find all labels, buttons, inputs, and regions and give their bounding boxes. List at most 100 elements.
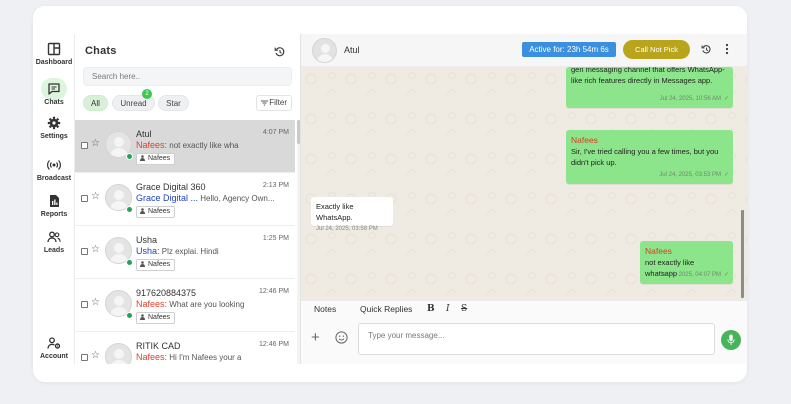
- message-bubble-outgoing[interactable]: Nafees not exactly like whatsapp Jul 24,…: [640, 241, 733, 284]
- chat-row[interactable]: ☆ Atul 4:07 PM Nafees: not exactly like …: [75, 120, 295, 173]
- emoji-icon[interactable]: [335, 331, 348, 344]
- preview-sender: Nafees:: [136, 352, 168, 362]
- thread-scrollbar[interactable]: [741, 210, 744, 298]
- more-options-icon[interactable]: [725, 42, 729, 56]
- chat-row[interactable]: ☆ 917620884375 12:46 PM Nafees: What are…: [75, 279, 295, 332]
- nav-broadcast-label: Broadcast: [36, 175, 72, 182]
- unread-count-badge: 2: [142, 89, 152, 99]
- filter-icon: [261, 100, 268, 106]
- chat-rows: ☆ Atul 4:07 PM Nafees: not exactly like …: [75, 120, 301, 364]
- read-receipt-icon: ✓: [723, 172, 729, 178]
- filter-chip-all[interactable]: All: [83, 95, 108, 111]
- preview-sender: Nafees:: [136, 140, 168, 150]
- last-message-time: 2:13 PM: [262, 182, 289, 189]
- gear-icon: [47, 116, 61, 130]
- preview-sender: Nafees:: [136, 299, 168, 309]
- read-receipt-icon: ✓: [723, 272, 729, 278]
- message-timestamp: Jul 24, 2025, 10:56 AM: [659, 96, 721, 102]
- last-message-preview: Nafees: What are you looking: [136, 299, 291, 309]
- message-timestamp: Jul 24, 2025, 03:53 PM: [659, 172, 721, 178]
- nav-dashboard[interactable]: Dashboard: [33, 42, 75, 66]
- row-checkbox[interactable]: [81, 195, 88, 202]
- message-bubble-incoming[interactable]: Exactly like WhatsApp. Jul 24, 2025, 03:…: [311, 197, 393, 232]
- attach-icon[interactable]: +: [311, 330, 320, 345]
- chat-window: Atul Active for: 23h 54m 6s Call Not Pic…: [301, 34, 747, 364]
- nav-chats[interactable]: Chats: [33, 78, 75, 106]
- row-checkbox[interactable]: [81, 354, 88, 361]
- chat-row[interactable]: ☆ Grace Digital 360 2:13 PM Grace Digita…: [75, 173, 295, 226]
- account-settings-icon: [47, 337, 61, 349]
- person-icon: [140, 261, 145, 267]
- refresh-icon[interactable]: [274, 46, 286, 58]
- nav-account[interactable]: Account: [33, 336, 75, 360]
- nav-settings-label: Settings: [40, 133, 68, 140]
- report-icon: [50, 195, 59, 207]
- agent-tag-label: Nafees: [148, 155, 171, 162]
- row-checkbox[interactable]: [81, 142, 88, 149]
- app-frame: Dashboard Chats Settings Broadcast Repor…: [33, 6, 747, 382]
- last-message-preview: Nafees: Hi I'm Nafees your a: [136, 352, 291, 362]
- message-text: gen messaging channel that offers WhatsA…: [571, 67, 725, 85]
- preview-text: What are you looking: [169, 300, 245, 309]
- message-thread: gen messaging channel that offers WhatsA…: [301, 67, 747, 300]
- online-indicator: [126, 259, 133, 266]
- last-message-preview: Grace Digital ... Hello, Agency Own...: [136, 193, 291, 203]
- preview-text: Plz explai. Hindi: [161, 247, 219, 256]
- message-timestamp: Jul 24, 2025, 03:58 PM: [316, 226, 378, 232]
- agent-tag: Nafees: [136, 206, 176, 218]
- chat-row[interactable]: ☆ Usha 1:25 PM Usha: Plz explai. Hindi N…: [75, 226, 295, 279]
- filter-chip-unread[interactable]: Unread 2: [112, 89, 155, 111]
- mic-button[interactable]: [721, 330, 741, 350]
- message-sender: Nafees: [645, 246, 672, 256]
- preview-text: Hi I'm Nafees your a: [169, 353, 242, 362]
- agent-tag: Nafees: [136, 153, 176, 165]
- star-icon[interactable]: ☆: [91, 138, 100, 149]
- person-icon: [140, 155, 145, 161]
- nav-leads[interactable]: Leads: [33, 230, 75, 254]
- last-message-preview: Usha: Plz explai. Hindi: [136, 246, 291, 256]
- message-bubble-outgoing[interactable]: Nafees Sir, I've tried calling you a few…: [566, 130, 733, 184]
- history-icon[interactable]: [701, 44, 712, 55]
- search-input[interactable]: [83, 67, 292, 86]
- agent-tag-label: Nafees: [148, 208, 171, 215]
- nav-leads-label: Leads: [43, 247, 65, 254]
- scrollbar-thumb[interactable]: [297, 120, 300, 144]
- star-icon[interactable]: ☆: [91, 244, 100, 255]
- chat-row[interactable]: ☆ RITIK CAD 12:46 PM Nafees: Hi I'm Nafe…: [75, 332, 295, 364]
- bold-button[interactable]: B: [427, 304, 435, 314]
- message-sender: Nafees: [571, 135, 598, 145]
- filter-button[interactable]: Filter: [256, 95, 292, 111]
- nav-reports[interactable]: Reports: [33, 194, 75, 218]
- italic-button[interactable]: I: [446, 304, 450, 314]
- users-icon: [47, 231, 61, 243]
- read-receipt-icon: ✓: [723, 96, 729, 102]
- strikethrough-button[interactable]: S: [461, 304, 467, 314]
- tab-notes[interactable]: Notes: [314, 304, 336, 314]
- nav-reports-label: Reports: [40, 211, 68, 218]
- nav-account-label: Account: [40, 353, 68, 360]
- agent-tag-label: Nafees: [148, 261, 171, 268]
- chat-header: Atul Active for: 23h 54m 6s Call Not Pic…: [301, 34, 747, 67]
- filter-chip-star[interactable]: Star: [158, 95, 189, 111]
- row-checkbox[interactable]: [81, 301, 88, 308]
- message-bubble-outgoing[interactable]: gen messaging channel that offers WhatsA…: [566, 67, 733, 108]
- star-icon[interactable]: ☆: [91, 297, 100, 308]
- contact-name[interactable]: Atul: [344, 45, 360, 55]
- nav-broadcast[interactable]: Broadcast: [33, 158, 75, 182]
- contact-avatar[interactable]: [312, 38, 337, 63]
- person-icon: [140, 208, 145, 214]
- star-icon[interactable]: ☆: [91, 191, 100, 202]
- nav-chats-label: Chats: [44, 99, 64, 106]
- tab-quick-replies[interactable]: Quick Replies: [360, 304, 412, 314]
- call-status-button[interactable]: Call Not Pick: [623, 40, 690, 59]
- online-indicator: [126, 312, 133, 319]
- row-checkbox[interactable]: [81, 248, 88, 255]
- composer: Notes Quick Replies B I S +: [301, 300, 747, 364]
- contact-name: Grace Digital 360: [136, 182, 206, 192]
- chat-list-scrollbar[interactable]: [297, 120, 300, 364]
- message-text: Exactly like WhatsApp.: [316, 202, 354, 222]
- star-icon[interactable]: ☆: [91, 350, 100, 361]
- contact-name: Atul: [136, 129, 152, 139]
- message-input[interactable]: [358, 323, 715, 355]
- nav-settings[interactable]: Settings: [33, 116, 75, 140]
